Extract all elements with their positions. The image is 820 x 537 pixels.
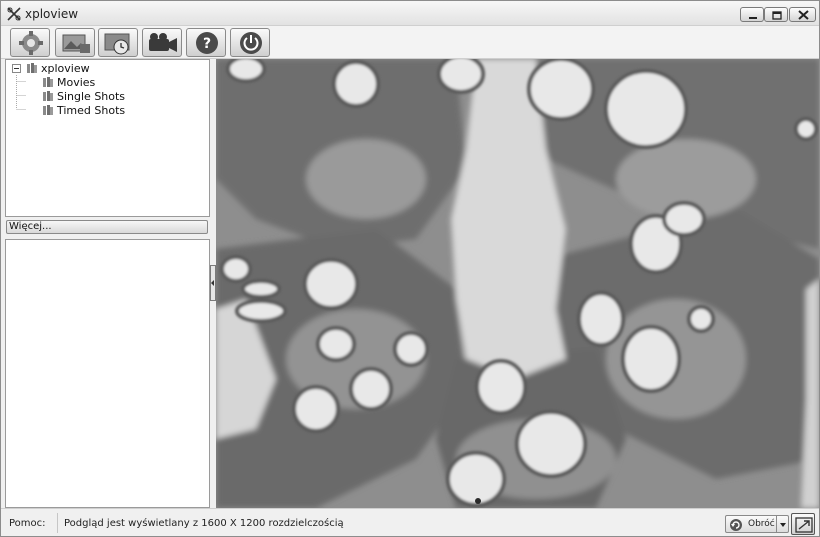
rotate-label: Obróć (748, 519, 775, 529)
folder-icon (43, 91, 53, 101)
fullscreen-button[interactable] (791, 513, 815, 535)
power-button[interactable] (230, 28, 270, 57)
tree-item-label: Single Shots (57, 89, 126, 103)
microscope-tissue-image (216, 59, 819, 508)
help-button[interactable]: ? (186, 28, 226, 57)
app-logo-icon (7, 7, 21, 21)
window-title: xploview (25, 7, 79, 21)
maximize-icon (772, 11, 782, 20)
tree-connector-lines (16, 75, 26, 110)
fullscreen-icon (795, 517, 813, 533)
status-message: Podgląd jest wyświetlany z 1600 X 1200 r… (64, 518, 344, 529)
app-window: xploview ? xploview Movies Single Shots … (0, 0, 820, 537)
tree-item-timed-shots[interactable]: Timed Shots (42, 103, 125, 117)
tree-item-label: Timed Shots (57, 103, 126, 117)
folder-icon (43, 105, 53, 115)
minimize-button[interactable] (740, 7, 764, 22)
rotate-icon (730, 519, 742, 531)
video-camera-icon (149, 33, 177, 52)
tree-root-item[interactable]: xploview (26, 61, 90, 75)
settings-button[interactable] (10, 28, 50, 57)
svg-text:?: ? (203, 36, 211, 52)
minimize-icon (749, 17, 757, 19)
tree-root-label: xploview (41, 61, 90, 75)
close-button[interactable] (789, 7, 816, 22)
tree-item-single-shots[interactable]: Single Shots (42, 89, 125, 103)
movie-button[interactable] (142, 28, 182, 57)
details-panel (5, 239, 210, 508)
maximize-button[interactable] (764, 7, 788, 22)
rotate-button[interactable]: Obróć (725, 515, 777, 533)
status-bar: Pomoc: Podgląd jest wyświetlany z 1600 X… (1, 508, 819, 536)
folder-icon (43, 77, 53, 87)
power-icon (240, 32, 262, 54)
file-tree: xploview Movies Single Shots Timed Shots (5, 59, 210, 217)
snapshot-image-icon (62, 34, 90, 53)
timed-shot-clock-icon (104, 33, 130, 55)
rotate-dropdown[interactable] (776, 515, 789, 533)
single-shot-button[interactable] (55, 28, 95, 57)
tree-item-movies[interactable]: Movies (42, 75, 95, 89)
folder-icon (27, 63, 37, 73)
settings-gear-icon (19, 31, 43, 55)
tree-item-label: Movies (57, 75, 96, 89)
timed-shot-button[interactable] (98, 28, 138, 57)
status-label: Pomoc: (9, 518, 46, 529)
more-button[interactable]: Więcej... (6, 220, 208, 234)
status-divider (57, 513, 58, 533)
help-icon: ? (196, 32, 218, 54)
toolbar: ? (1, 26, 819, 59)
live-preview-image (216, 59, 819, 508)
close-icon (798, 10, 809, 20)
title-bar[interactable]: xploview (1, 1, 819, 26)
left-panel: xploview Movies Single Shots Timed Shots (5, 59, 210, 508)
